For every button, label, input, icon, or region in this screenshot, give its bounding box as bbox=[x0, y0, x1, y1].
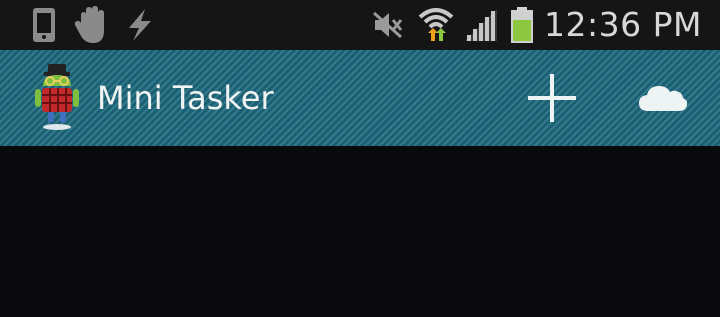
app-title: Mini Tasker bbox=[97, 79, 274, 117]
flash-icon bbox=[122, 0, 158, 50]
battery-icon bbox=[508, 0, 536, 50]
action-bar: Mini Tasker bbox=[0, 50, 720, 146]
phone-icon bbox=[30, 0, 58, 50]
wifi-icon bbox=[416, 0, 456, 50]
cloud-sync-icon bbox=[639, 86, 688, 111]
task-list-area bbox=[0, 146, 720, 317]
add-icon bbox=[528, 74, 576, 122]
mute-icon bbox=[370, 0, 406, 50]
hand-icon bbox=[72, 0, 112, 50]
cloud-sync-button[interactable] bbox=[632, 72, 694, 124]
add-task-button[interactable] bbox=[522, 72, 582, 124]
app-logo-icon[interactable] bbox=[34, 64, 80, 132]
signal-icon bbox=[462, 0, 500, 50]
status-time: 12:36 PM bbox=[544, 5, 702, 44]
status-bar: 12:36 PM bbox=[0, 0, 720, 50]
